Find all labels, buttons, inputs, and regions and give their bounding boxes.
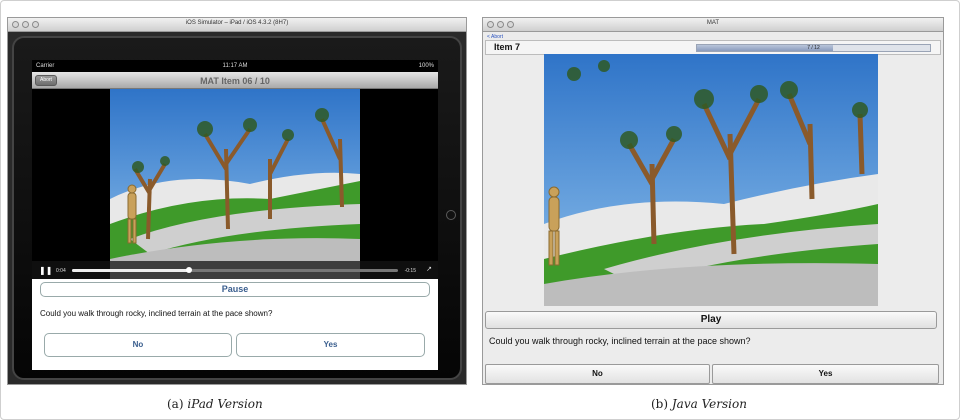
yes-button[interactable]: Yes [712,364,939,384]
scrubber-fill [72,269,190,272]
clock-label: 11:17 AM [222,63,248,69]
window-title: iOS Simulator – iPad / iOS 4.3.2 (8H7) [185,20,289,26]
window-titlebar: iOS Simulator – iPad / iOS 4.3.2 (8H7) [8,18,466,32]
item-progress-bar: 7 / 12 [696,44,931,52]
ipad-simulator-window: iOS Simulator – iPad / iOS 4.3.2 (8H7) C… [7,17,467,385]
navigation-bar: Abort MAT Item 06 / 10 [32,72,438,89]
figure-frame: iOS Simulator – iPad / iOS 4.3.2 (8H7) C… [0,0,960,420]
progress-text: 7 / 12 [807,45,820,51]
remaining-time: -0:15 [404,268,416,274]
question-text: Could you walk through rocky, inclined t… [40,309,273,318]
question-panel: Pause Could you walk through rocky, incl… [32,279,438,370]
video-player[interactable]: ❚❚ 0:04 -0:15 ↗ [32,89,438,279]
item-label: Item 7 [494,42,521,52]
no-button[interactable]: No [44,333,232,357]
pause-icon[interactable]: ❚❚ [39,266,52,275]
ipad-device: Carrier 11:17 AM 100% Abort MAT Item 06 … [8,32,466,384]
caption-ipad: (a) iPad Version [167,397,263,411]
window-titlebar: MAT [483,18,943,32]
home-button[interactable] [446,210,456,220]
nav-title: MAT Item 06 / 10 [200,76,270,86]
caption-label: (a) [167,397,184,411]
scene-image [110,89,360,279]
status-bar: Carrier 11:17 AM 100% [32,60,438,72]
scene-image [544,54,878,306]
ipad-screen: Carrier 11:17 AM 100% Abort MAT Item 06 … [32,60,438,370]
caption-text: iPad Version [187,397,263,411]
scrubber-track[interactable] [72,267,398,273]
caption-text: Java Version [671,397,747,411]
video-frame [110,89,360,279]
window-title: MAT [706,20,720,26]
video-controls: ❚❚ 0:04 -0:15 ↗ [32,261,438,279]
play-button[interactable]: Play [485,311,937,329]
video-frame[interactable] [544,54,878,306]
pause-button[interactable]: Pause [40,282,430,297]
java-app-window: MAT < Abort Item 7 7 / 12 Play Could you… [482,17,944,385]
battery-label: 100% [418,63,434,69]
scrubber-knob[interactable] [186,267,193,273]
no-button[interactable]: No [485,364,710,384]
caption-java: (b) Java Version [651,397,747,411]
elapsed-time: 0:04 [56,268,66,274]
yes-button[interactable]: Yes [236,333,425,357]
caption-label: (b) [651,397,669,411]
item-header: Item 7 7 / 12 [485,40,941,55]
question-text: Could you walk through rocky, inclined t… [489,336,751,346]
fullscreen-icon[interactable]: ↗ [426,265,432,273]
